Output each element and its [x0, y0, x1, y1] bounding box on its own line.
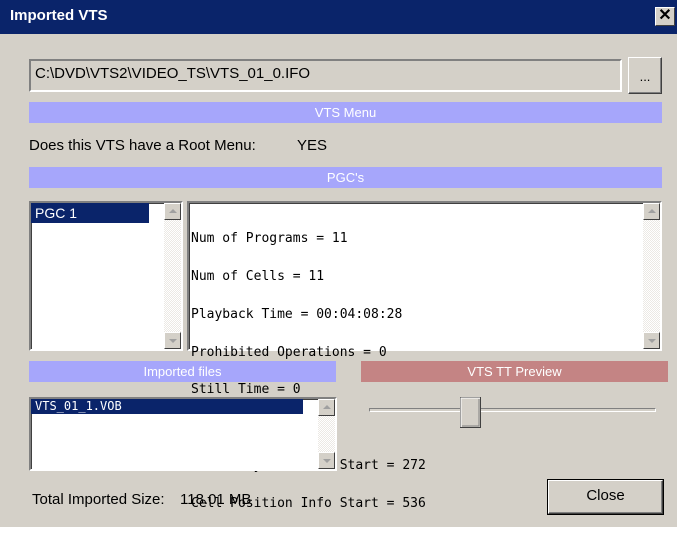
arrow-up-icon: [323, 405, 331, 409]
ifo-path-field[interactable]: C:\DVD\VTS2\VIDEO_TS\VTS_01_0.IFO: [29, 59, 622, 92]
arrow-up-icon: [169, 209, 177, 213]
info-line: Num of Programs = 11: [191, 231, 348, 247]
root-menu-value: YES: [297, 137, 328, 154]
preview-slider-thumb[interactable]: [460, 397, 481, 428]
arrow-down-icon: [648, 339, 656, 343]
imported-files-header: Imported files: [29, 361, 336, 382]
scroll-up-button[interactable]: [164, 203, 181, 220]
pgc-info-box[interactable]: Num of Programs = 11 Num of Cells = 11 P…: [187, 201, 662, 509]
pgc-list-scrollbar[interactable]: [164, 203, 181, 349]
scroll-up-button[interactable]: [643, 203, 660, 220]
arrow-down-icon: [169, 339, 177, 343]
arrow-up-icon: [648, 209, 656, 213]
scroll-up-button[interactable]: [318, 399, 335, 416]
imported-file-item[interactable]: VTS_01_1.VOB: [31, 399, 303, 414]
info-line: Playback Time = 00:04:08:28: [191, 306, 403, 322]
info-line: Num of Cells = 11: [191, 268, 325, 284]
pgc-list[interactable]: PGC 1: [29, 201, 183, 351]
info-line: Still Time = 0: [191, 382, 301, 398]
browse-button[interactable]: ...: [628, 57, 662, 94]
close-button-label: Close: [586, 487, 625, 504]
scroll-down-button[interactable]: [318, 452, 335, 469]
pgcs-header: PGC's: [29, 167, 662, 188]
arrow-down-icon: [323, 459, 331, 463]
window-title: Imported VTS: [10, 7, 108, 24]
scroll-down-button[interactable]: [643, 332, 660, 349]
close-icon: ✕: [658, 7, 672, 24]
vts-menu-header: VTS Menu: [29, 102, 662, 123]
scroll-down-button[interactable]: [164, 332, 181, 349]
window-close-button[interactable]: ✕: [655, 7, 675, 26]
imported-files-list[interactable]: VTS_01_1.VOB: [29, 397, 337, 471]
close-button[interactable]: Close: [547, 479, 664, 515]
preview-slider-track[interactable]: [369, 408, 656, 412]
pgc-list-item[interactable]: PGC 1: [31, 203, 149, 223]
title-bar[interactable]: Imported VTS ✕: [0, 0, 677, 34]
total-size-value: 118.01 MB: [180, 491, 252, 508]
files-list-scrollbar[interactable]: [318, 399, 335, 469]
total-size-label: Total Imported Size:: [32, 491, 165, 508]
info-line: Prohibited Operations = 0: [191, 344, 387, 360]
pgc-info-scrollbar[interactable]: [643, 203, 660, 349]
root-menu-label: Does this VTS have a Root Menu:: [29, 137, 256, 154]
vts-tt-preview-header: VTS TT Preview: [361, 361, 668, 382]
imported-vts-dialog: Imported VTS ✕ C:\DVD\VTS2\VIDEO_TS\VTS_…: [0, 0, 677, 527]
